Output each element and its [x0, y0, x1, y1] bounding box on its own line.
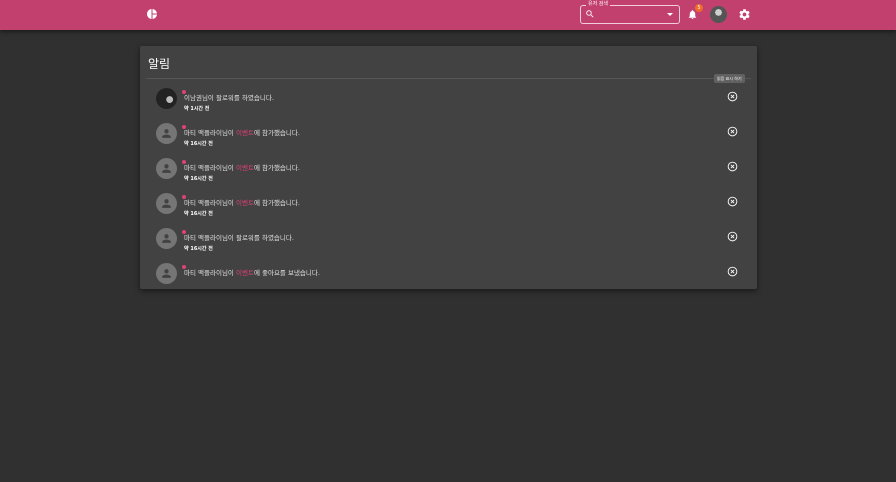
notification-item[interactable]: 이남권님이 팔로워를 하였습니다. 약 1시간 전	[140, 81, 757, 116]
person-icon	[162, 199, 171, 208]
page-title: 알림	[148, 57, 171, 71]
event-link[interactable]: 이벤트	[236, 269, 254, 277]
event-link[interactable]: 이벤트	[236, 199, 254, 207]
mark-read-tooltip: 읽음 표시 하기	[714, 74, 745, 83]
search-input[interactable]	[597, 8, 669, 23]
notification-count-badge: 5	[695, 4, 703, 12]
notification-message: 이남권님이 팔로워를 하였습니다.	[184, 94, 274, 102]
notification-message: 마티 맥플라이님이 이벤트에 참가했습니다.	[184, 199, 300, 207]
person-icon	[162, 234, 171, 243]
avatar[interactable]	[156, 228, 177, 249]
mark-read-close-icon[interactable]	[727, 161, 738, 172]
notification-message: 마티 맥플라이님이 이벤트에 참가했습니다.	[184, 129, 300, 137]
notification-message: 마티 맥플라이님이 이벤트에 참가했습니다.	[184, 164, 300, 172]
notification-message: 마티 맥플라이님이 이벤트에 좋아요를 보냈습니다.	[184, 269, 320, 277]
search-label: 유저 검색	[586, 0, 610, 8]
avatar[interactable]	[156, 193, 177, 214]
mark-read-close-icon[interactable]	[727, 126, 738, 137]
avatar[interactable]	[156, 158, 177, 179]
notification-time: 약 16시간 전	[184, 246, 213, 252]
notification-item[interactable]: 마티 맥플라이님이 이벤트에 좋아요를 보냈습니다.	[140, 256, 757, 289]
avatar[interactable]	[156, 88, 177, 109]
user-avatar[interactable]	[710, 6, 727, 23]
notifications-panel: 알림 이남권님이 팔로워를 하였습니다. 약 1시간 전 마티 맥플라이님이 이…	[140, 46, 757, 289]
notification-item[interactable]: 마티 맥플라이님이 이벤트에 참가했습니다. 약 16시간 전	[140, 151, 757, 186]
avatar[interactable]	[156, 263, 177, 284]
app-bar: 유저 검색 5	[0, 0, 896, 30]
avatar[interactable]	[156, 123, 177, 144]
gear-icon[interactable]	[738, 8, 751, 21]
notification-item[interactable]: 마티 맥플라이님이 이벤트에 참가했습니다. 약 16시간 전	[140, 116, 757, 151]
notification-list[interactable]: 이남권님이 팔로워를 하였습니다. 약 1시간 전 마티 맥플라이님이 이벤트에…	[140, 81, 757, 289]
person-icon	[162, 129, 171, 138]
notification-time: 약 1시간 전	[184, 106, 210, 112]
notification-message: 마티 맥플라이님이 팔로워를 하였습니다.	[184, 234, 294, 242]
event-link[interactable]: 이벤트	[236, 164, 254, 172]
mark-read-close-icon[interactable]	[727, 91, 738, 102]
search-icon	[586, 10, 594, 18]
person-icon	[162, 269, 171, 278]
notification-item[interactable]: 마티 맥플라이님이 팔로워를 하였습니다. 약 16시간 전	[140, 221, 757, 256]
mark-read-close-icon[interactable]	[727, 231, 738, 242]
pie-chart-logo-icon[interactable]	[146, 8, 158, 20]
person-icon	[162, 164, 171, 173]
chevron-down-icon[interactable]	[667, 13, 673, 16]
event-link[interactable]: 이벤트	[236, 129, 254, 137]
divider	[146, 78, 751, 79]
notification-item[interactable]: 마티 맥플라이님이 이벤트에 참가했습니다. 약 16시간 전	[140, 186, 757, 221]
notification-time: 약 16시간 전	[184, 141, 213, 147]
user-search-field[interactable]: 유저 검색	[580, 0, 680, 24]
mark-read-close-icon[interactable]	[727, 266, 738, 277]
notification-time: 약 16시간 전	[184, 176, 213, 182]
mark-read-close-icon[interactable]	[727, 196, 738, 207]
notification-time: 약 16시간 전	[184, 211, 213, 217]
